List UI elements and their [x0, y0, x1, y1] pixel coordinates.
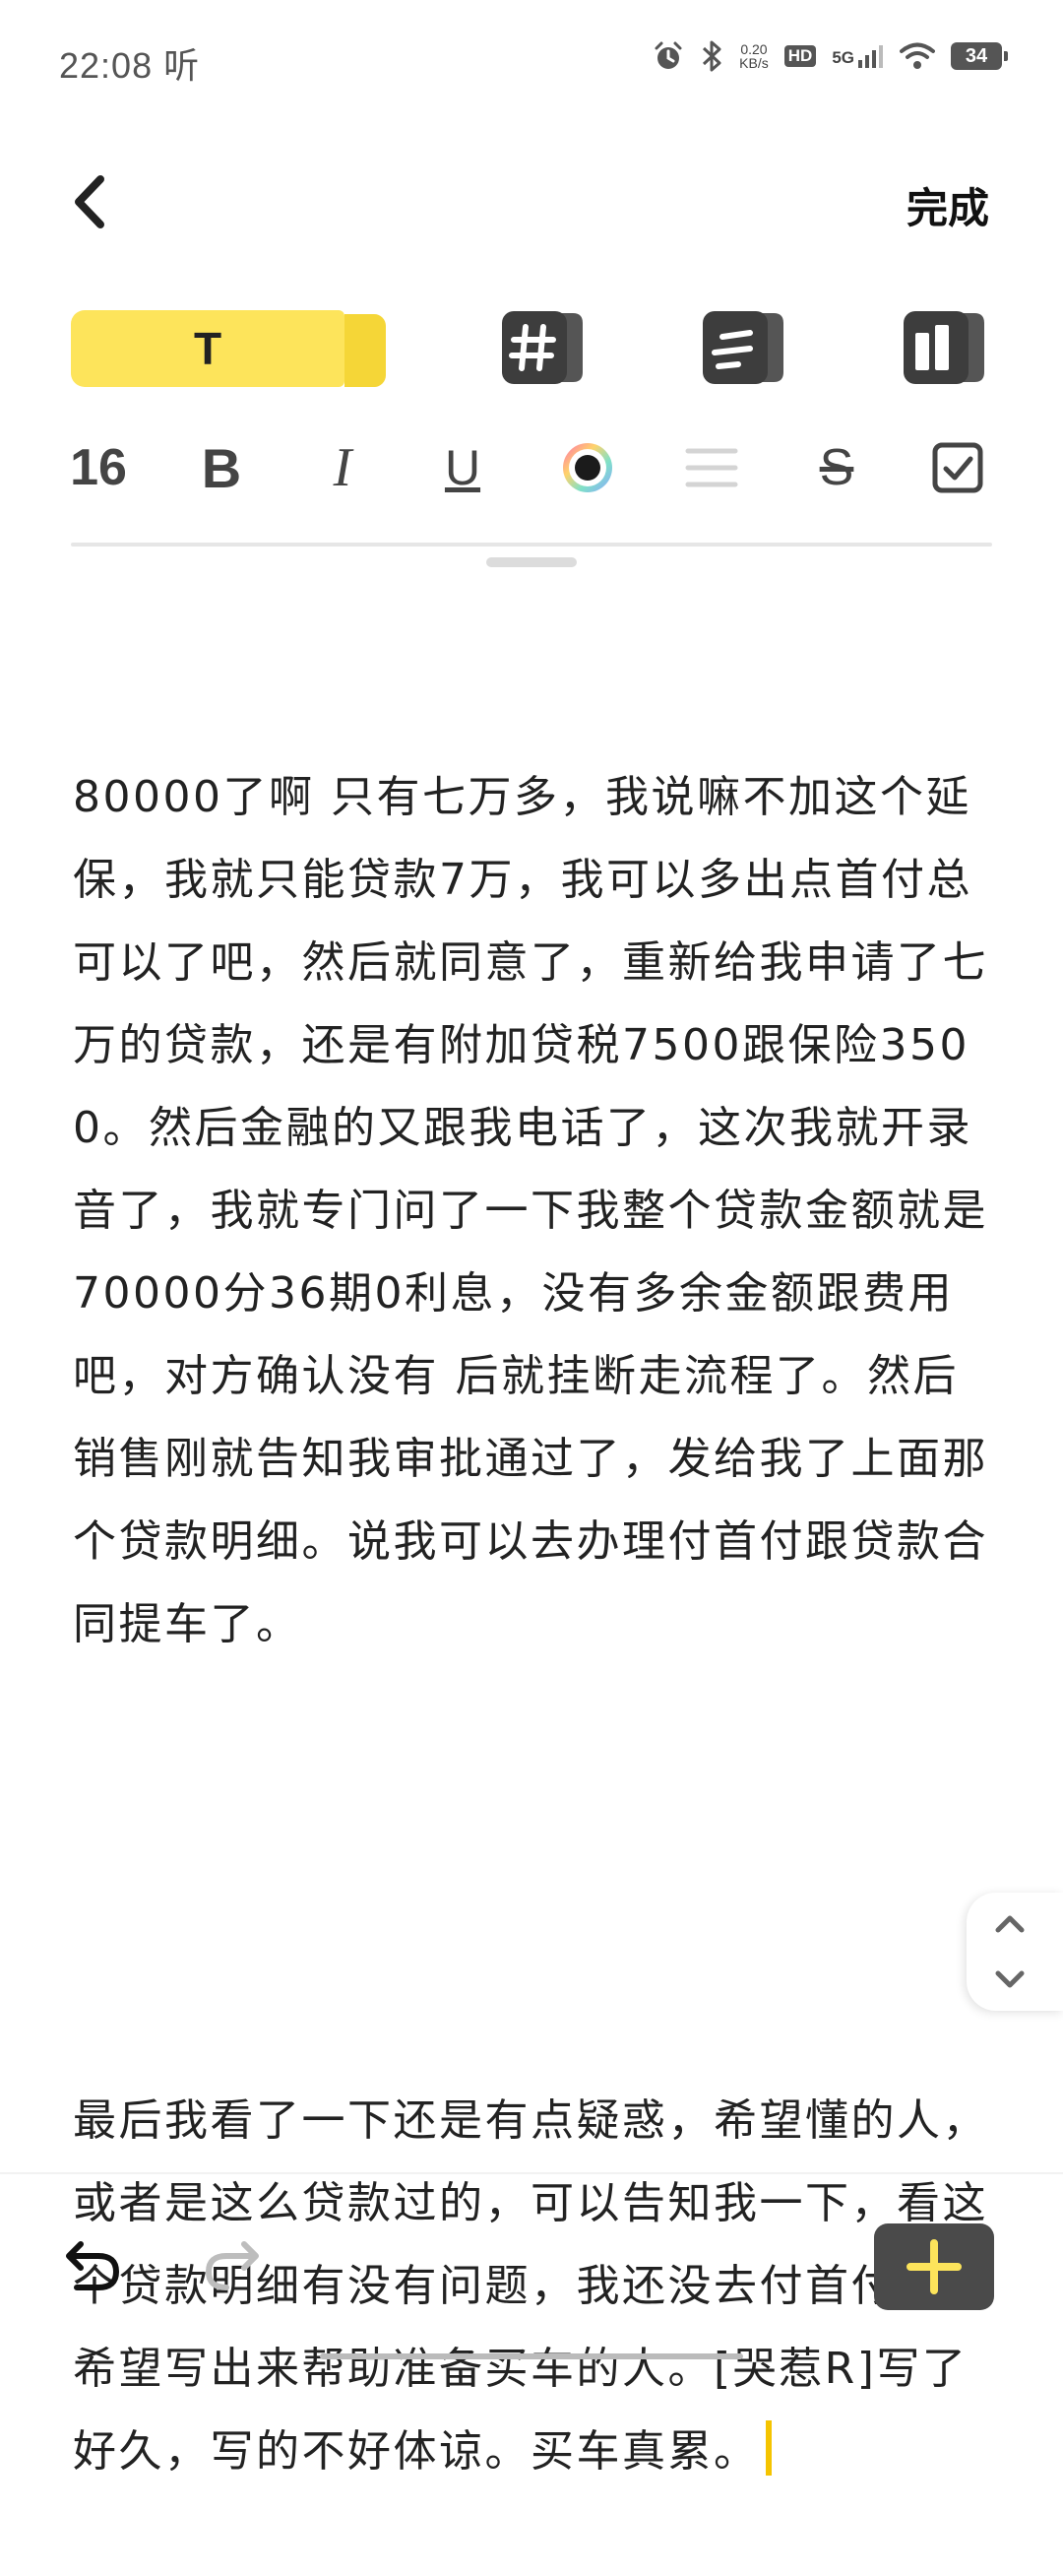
clock: 22:08	[59, 45, 154, 86]
signal-5g: 5G	[832, 44, 884, 68]
bottom-bar-divider	[0, 2172, 1063, 2174]
undo-button[interactable]	[59, 2230, 128, 2299]
status-time: 22:08 听	[59, 37, 200, 89]
checkbox-icon	[932, 442, 983, 493]
chevron-left-icon	[75, 175, 104, 228]
tab-text-mode-label: T	[71, 310, 344, 387]
bluetooth-icon	[703, 40, 721, 72]
font-size-button[interactable]: 16	[69, 433, 128, 502]
home-indicator[interactable]	[320, 2353, 743, 2359]
redo-button[interactable]	[197, 2230, 266, 2299]
tab-list[interactable]	[701, 307, 785, 386]
text-color-button[interactable]	[558, 433, 617, 502]
drag-handle[interactable]	[486, 557, 577, 567]
text-caret	[765, 2420, 772, 2476]
alarm-icon	[655, 41, 682, 69]
italic-button[interactable]: I	[313, 433, 372, 502]
bold-button[interactable]: B	[192, 433, 251, 502]
align-icon	[685, 448, 738, 487]
hd-badge: HD	[783, 45, 817, 67]
plus-icon	[907, 2239, 962, 2294]
layout-icon	[904, 311, 984, 384]
chevron-up-icon[interactable]	[967, 1893, 1063, 1952]
status-icons: 0.20 KB/s HD 5G 34	[653, 39, 1008, 73]
redo-icon	[205, 2241, 259, 2290]
undo-icon	[66, 2241, 120, 2290]
scroll-control[interactable]	[967, 1893, 1063, 2011]
strikethrough-button[interactable]: S	[802, 433, 871, 502]
carrier-glyph: 听	[163, 46, 201, 87]
tab-hashtag[interactable]	[500, 307, 585, 386]
tab-text-mode[interactable]: T	[71, 310, 386, 387]
note-paragraph-1[interactable]: 80000了啊 只有七万多，我说嘛不加这个延保，我就只能贷款7万，我可以多出点首…	[73, 756, 998, 1666]
list-icon	[703, 311, 783, 384]
net-speed: 0.20 KB/s	[739, 41, 769, 71]
add-button[interactable]	[874, 2223, 994, 2310]
wifi-icon	[900, 42, 935, 69]
chevron-down-icon[interactable]	[967, 1952, 1063, 2011]
done-button[interactable]: 完成	[907, 175, 989, 235]
hashtag-icon	[502, 311, 583, 384]
color-wheel-icon	[563, 443, 612, 492]
battery-indicator: 34	[951, 42, 1008, 70]
back-button[interactable]	[61, 167, 120, 236]
toolbar-divider	[71, 543, 992, 547]
alignment-button[interactable]	[682, 433, 741, 502]
checkbox-button[interactable]	[928, 433, 987, 502]
underline-button[interactable]: U	[433, 433, 492, 502]
tab-text-mode-edge	[344, 314, 386, 387]
tab-layout[interactable]	[902, 307, 986, 386]
signal-bars-icon	[858, 45, 883, 68]
